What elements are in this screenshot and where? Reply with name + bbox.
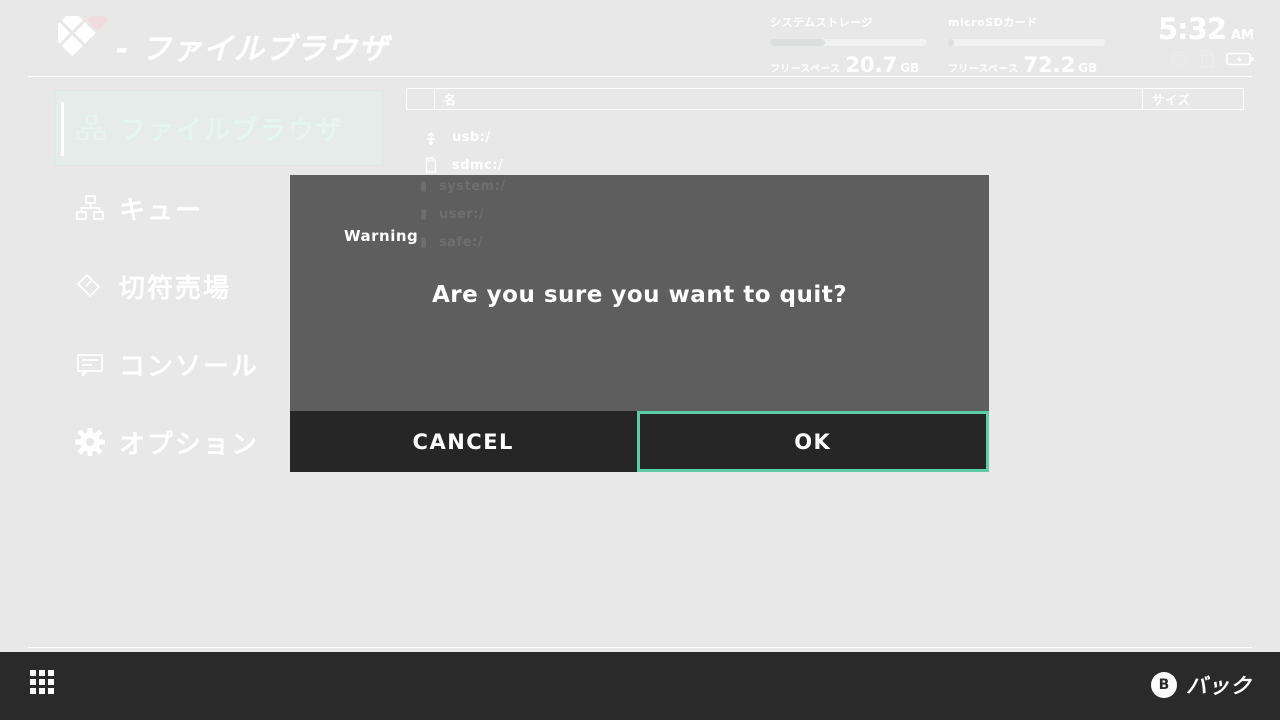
back-hint[interactable]: B バック [1151,670,1252,700]
clock-time: 5:32 [1157,12,1227,46]
drive-icon: ▮ [420,235,428,250]
column-size: サイズ [1143,89,1243,109]
storage-free-value: 20.7 [845,53,898,77]
sidebar-item-file-browser[interactable]: ファイルブラウザ [55,90,383,166]
column-select [407,89,435,109]
obscured-row: ▮ user:/ [420,207,485,222]
button-b-icon: B [1151,672,1177,698]
file-name: usb:/ [452,129,491,145]
sidebar-item-label: コンソール [119,351,260,382]
clock-meridiem: AM [1231,28,1254,43]
status-tray [1170,50,1254,68]
storage-name: システムストレージ [770,16,873,29]
page-title: - ファイルブラウザ [116,32,389,67]
storage-progress-fill [770,39,825,46]
gear-icon [73,425,107,459]
storage-free-label: フリースペース [770,64,841,75]
dialog-title: Warning [344,227,419,245]
storage-free-value: 72.2 [1023,53,1076,77]
drive-icon: ▮ [420,207,428,222]
app-root: - ファイルブラウザ システムストレージ フリースペース 20.7 GB mic… [0,0,1280,720]
footer-bar [0,647,1280,720]
file-list-row[interactable]: usb:/ [406,123,1244,151]
console-icon [73,347,107,381]
storage-progress-fill [948,39,955,46]
file-list-header: 名 サイズ [406,88,1244,110]
wifi-icon [1170,50,1188,68]
sidebar-item-label: キュー [119,195,204,226]
cancel-button[interactable]: CANCEL [290,411,637,472]
battery-charging-icon [1226,51,1254,67]
storage-meter-system: システムストレージ フリースペース 20.7 GB [770,14,927,77]
sidebar-item-label: オプション [119,429,260,460]
back-label: バック [1186,674,1252,698]
file-name: sdmc:/ [452,157,504,173]
storage-progress-bar [770,39,927,46]
hierarchy-icon [73,191,107,225]
storage-name: microSDカード [948,16,1038,29]
storage-unit: GB [900,61,920,75]
storage-progress-bar [948,39,1105,46]
storage-free-label: フリースペース [948,64,1019,75]
ok-button[interactable]: OK [636,411,989,472]
obscured-row: ▮ safe:/ [420,235,483,250]
sidebar-item-label: ファイルブラウザ [120,115,345,146]
warning-dialog: ▮ system:/ ▮ user:/ ▮ safe:/ Warning Are… [290,175,989,472]
diamond-logo-icon [48,0,112,64]
dialog-buttons: CANCEL OK [290,411,989,472]
header: - ファイルブラウザ システムストレージ フリースペース 20.7 GB mic… [0,0,1280,77]
usb-icon [420,129,442,145]
ticket-icon [73,269,107,303]
dialog-body: ▮ system:/ ▮ user:/ ▮ safe:/ Warning Are… [290,175,989,411]
dialog-message: Are you sure you want to quit? [431,282,848,308]
storage-unit: GB [1078,61,1098,75]
storage-meter-microsd: microSDカード フリースペース 72.2 GB [948,14,1105,77]
drive-icon: ▮ [420,179,428,194]
hierarchy-icon [74,111,108,145]
sidebar-item-label: 切符売場 [119,273,232,304]
clock: 5:32 AM [1158,12,1254,46]
obscured-row: ▮ system:/ [420,179,506,194]
sd-card-icon [1199,50,1215,68]
footer-divider [28,647,1252,648]
column-name: 名 [435,89,1143,109]
column-size-label: サイズ [1152,92,1191,107]
app-grid-icon[interactable] [30,670,56,696]
sd-card-icon [420,157,442,173]
column-name-label: 名 [444,92,458,107]
